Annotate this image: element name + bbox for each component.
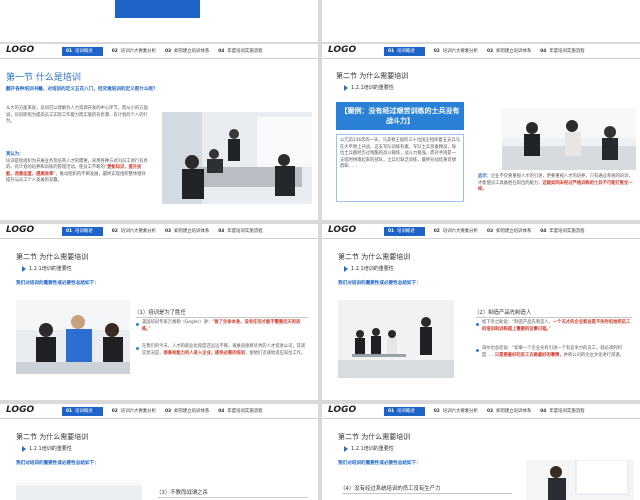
nav-item-2[interactable]: 02 培训六大要素分析 bbox=[112, 228, 156, 234]
section-title: 第二节 为什么需要培训 bbox=[338, 253, 411, 261]
section-subtitle: 1.2.1培训的重要性 bbox=[344, 445, 394, 452]
nav-item-1[interactable]: 01 培训概述 bbox=[384, 226, 425, 236]
summary-question: 我们对培训的重要性或必要性总结如下： bbox=[16, 281, 99, 286]
divider bbox=[342, 493, 512, 494]
section-title: 第二节 为什么需要培训 bbox=[336, 72, 409, 80]
item-heading: （1）培训是为了胜任 bbox=[134, 310, 186, 316]
summary-question: 我们对培训的重要性或必要性总结如下： bbox=[16, 461, 99, 466]
nav-item-1[interactable]: 01 培训概述 bbox=[62, 406, 103, 416]
slide-2[interactable]: LOGO 01 培训概述 02 培训六大要素分析 03 如何建立培训体系 04 年度培训… bbox=[322, 44, 640, 220]
nav-bar: 01 培训概述 02 培训六大要素分析 03 如何建立培训体系 04 年度培训实施流程 bbox=[62, 226, 318, 236]
bullet-1-dot bbox=[136, 323, 139, 326]
nav-item-4[interactable]: 04 年度培训实施流程 bbox=[218, 228, 262, 234]
slide-header: LOGO 01 培训概述 02 培训六大要素分析 03 如何建立培训体系 04 年度培训… bbox=[322, 224, 640, 239]
slide-1[interactable]: LOGO 01 培训概述 02 培训六大要素分析 03 如何建立培训体系 04 年度培训… bbox=[0, 44, 318, 220]
nav-item-2[interactable]: 02 培训六大要素分析 bbox=[112, 408, 156, 414]
nav-bar: 01 培训概述 02 培训六大要素分析 03 如何建立培训体系 04 年度培训实施流程 bbox=[384, 46, 640, 56]
divider bbox=[136, 317, 308, 318]
case-title-box: 【案例：没有经过艰苦训练的士兵没有战斗力】 bbox=[336, 102, 464, 130]
nav-item-1[interactable]: 01 培训概述 bbox=[384, 406, 425, 416]
slide-3[interactable]: LOGO 01 培训概述 02 培训六大要素分析 03 如何建立培训体系 04 年度培训… bbox=[0, 224, 318, 400]
arrow-icon bbox=[344, 265, 348, 272]
nav-bar: 01 培训概述 02 培训六大要素分析 03 如何建立培训体系 04 年度培训实施流程 bbox=[62, 46, 318, 56]
nav-item-3[interactable]: 03 如何建立培训体系 bbox=[165, 228, 209, 234]
slide-4[interactable]: LOGO 01 培训概述 02 培训六大要素分析 03 如何建立培训体系 04 年度培训… bbox=[322, 224, 640, 400]
nav-item-3[interactable]: 03 如何建立培训体系 bbox=[165, 408, 209, 414]
section-subtitle: 1.2.1培训的重要性 bbox=[22, 445, 72, 452]
blue-tab bbox=[115, 0, 200, 18]
section-subtitle: 1.2.1培训的重要性 bbox=[344, 84, 394, 91]
nav-item-2[interactable]: 02 培训六大要素分析 bbox=[434, 228, 478, 234]
question-text: 翻开各种培训书籍，对培训的定义五花八门，但究竟培训的定义是什么呢？ bbox=[6, 87, 158, 92]
bullet-2-dot bbox=[476, 349, 479, 352]
nav-item-2[interactable]: 02 培训六大要素分析 bbox=[434, 48, 478, 54]
nav-item-4[interactable]: 04 年度培训实施流程 bbox=[218, 408, 262, 414]
item-heading: （2）制造产品先制造人 bbox=[474, 310, 532, 316]
slide-6[interactable]: LOGO 01 培训概述 02 培训六大要素分析 03 如何建立培训体系 04 年度培训… bbox=[322, 404, 640, 500]
nav-bar: 01 培训概述 02 培训六大要素分析 03 如何建立培训体系 04 年度培训实施流程 bbox=[384, 406, 640, 416]
logo: LOGO bbox=[6, 225, 35, 235]
case-text: 公元前136年的一天，马其顿王国的三十位国王指挥着五支兵马在大平原上开战。这支军… bbox=[336, 134, 464, 202]
logo: LOGO bbox=[328, 45, 357, 55]
arrow-icon bbox=[344, 84, 348, 91]
nav-bar: 01 培训概述 02 培训六大要素分析 03 如何建立培训体系 04 年度培训实施流程 bbox=[384, 226, 640, 236]
discussion-photo bbox=[16, 300, 130, 374]
nav-bar: 01 培训概述 02 培训六大要素分析 03 如何建立培训体系 04 年度培训实施流程 bbox=[62, 406, 318, 416]
arrow-icon bbox=[344, 445, 348, 452]
paragraph-1: 从大的方面来说，培训可以理解为人力资源开发的中心环节，而从小的方面说，培训即指为… bbox=[6, 106, 148, 125]
summary-question: 我们对培训的重要性或必要性总结如下： bbox=[338, 281, 421, 286]
slide-header: LOGO 01 培训概述 02 培训六大要素分析 03 如何建立培训体系 04 年度培训… bbox=[0, 224, 318, 239]
training-room-photo bbox=[338, 300, 454, 378]
logo: LOGO bbox=[6, 405, 35, 415]
office-photo bbox=[16, 480, 142, 500]
paragraph-2: 我认为： 培训是指组织为开展业务及培育人才的需要，采用各种方式对员工进行有目的、… bbox=[6, 152, 148, 184]
logo: LOGO bbox=[328, 225, 357, 235]
summary-question: 我们对培训的重要性或必要性总结如下： bbox=[338, 461, 421, 466]
section-subtitle: 1.2.1培训的重要性 bbox=[22, 265, 72, 272]
arrow-icon bbox=[22, 445, 26, 452]
slide-header: LOGO 01 培训概述 02 培训六大要素分析 03 如何建立培训体系 04 年度培训… bbox=[322, 44, 640, 59]
logo: LOGO bbox=[328, 405, 357, 415]
top-partial-slide-right bbox=[322, 0, 640, 42]
section-subtitle: 1.2.1培训的重要性 bbox=[344, 265, 394, 272]
slide-header: LOGO 01 培训概述 02 培训六大要素分析 03 如何建立培训体系 04 年度培训… bbox=[0, 404, 318, 419]
nav-item-1[interactable]: 01 培训概述 bbox=[384, 46, 425, 56]
logo: LOGO bbox=[6, 45, 35, 55]
nav-item-4[interactable]: 04 年度培训实施流程 bbox=[540, 48, 584, 54]
nav-item-2[interactable]: 02 培训六大要素分析 bbox=[434, 408, 478, 414]
presenter-photo bbox=[526, 460, 634, 500]
nav-item-3[interactable]: 03 如何建立培训体系 bbox=[487, 408, 531, 414]
bullet-2-dot bbox=[136, 347, 139, 350]
divider bbox=[476, 317, 632, 318]
nav-item-3[interactable]: 03 如何建立培训体系 bbox=[165, 48, 209, 54]
nav-item-3[interactable]: 03 如何建立培训体系 bbox=[487, 228, 531, 234]
bullet-2: 在我们的今天，人才的职业化程度还远远不够，很难直接将优秀的人才招进公司，其现实状… bbox=[142, 344, 306, 356]
nav-item-3[interactable]: 03 如何建立培训体系 bbox=[487, 48, 531, 54]
nav-item-2[interactable]: 02 培训六大要素分析 bbox=[112, 48, 156, 54]
nav-item-4[interactable]: 04 年度培训实施流程 bbox=[540, 408, 584, 414]
nav-item-1[interactable]: 01 培训概述 bbox=[62, 46, 103, 56]
nav-item-4[interactable]: 04 年度培训实施流程 bbox=[540, 228, 584, 234]
side-text: 启示：企业不仅要重视人才的引进，更要重视人才的培养，只有通过系统的培训，才能使员… bbox=[478, 174, 633, 193]
meeting-photo bbox=[162, 112, 312, 204]
section-title: 第二节 为什么需要培训 bbox=[16, 433, 89, 441]
item-heading: （4）没有经过系统培训的员工没有生产力 bbox=[340, 486, 441, 492]
office-photo bbox=[502, 108, 636, 170]
arrow-icon bbox=[22, 265, 26, 272]
slide-5[interactable]: LOGO 01 培训概述 02 培训六大要素分析 03 如何建立培训体系 04 年度培训… bbox=[0, 404, 318, 500]
divider bbox=[158, 497, 308, 498]
slide-header: LOGO 01 培训概述 02 培训六大要素分析 03 如何建立培训体系 04 年度培训… bbox=[0, 44, 318, 59]
section-title: 第二节 为什么需要培训 bbox=[338, 433, 411, 441]
top-partial-slide-left bbox=[0, 0, 318, 42]
item-heading: （3）不教而战谓之杀 bbox=[156, 490, 208, 496]
bullet-1: 美国培训专家吉格勒（Gegler）讲：“致了生命本身，没有任何才能不需要后天的训… bbox=[142, 320, 301, 332]
slide-header: LOGO 01 培训概述 02 培训六大要素分析 03 如何建立培训体系 04 年度培训… bbox=[322, 404, 640, 419]
section-title: 第二节 为什么需要培训 bbox=[16, 253, 89, 261]
bullet-1: 松下幸之助说：“制造产品先制造人，一个天才的企业家总是不失时机地把员工的培训和训… bbox=[482, 320, 631, 332]
bullet-2: 海尔也总结说：“如果一个企业光有引进一个有竞争力的员工，就必须的制度……只是要最… bbox=[482, 346, 624, 358]
nav-item-1[interactable]: 01 培训概述 bbox=[62, 226, 103, 236]
section-title: 第一节 什么是培训 bbox=[6, 73, 81, 83]
bullet-1-dot bbox=[476, 323, 479, 326]
nav-item-4[interactable]: 04 年度培训实施流程 bbox=[218, 48, 262, 54]
